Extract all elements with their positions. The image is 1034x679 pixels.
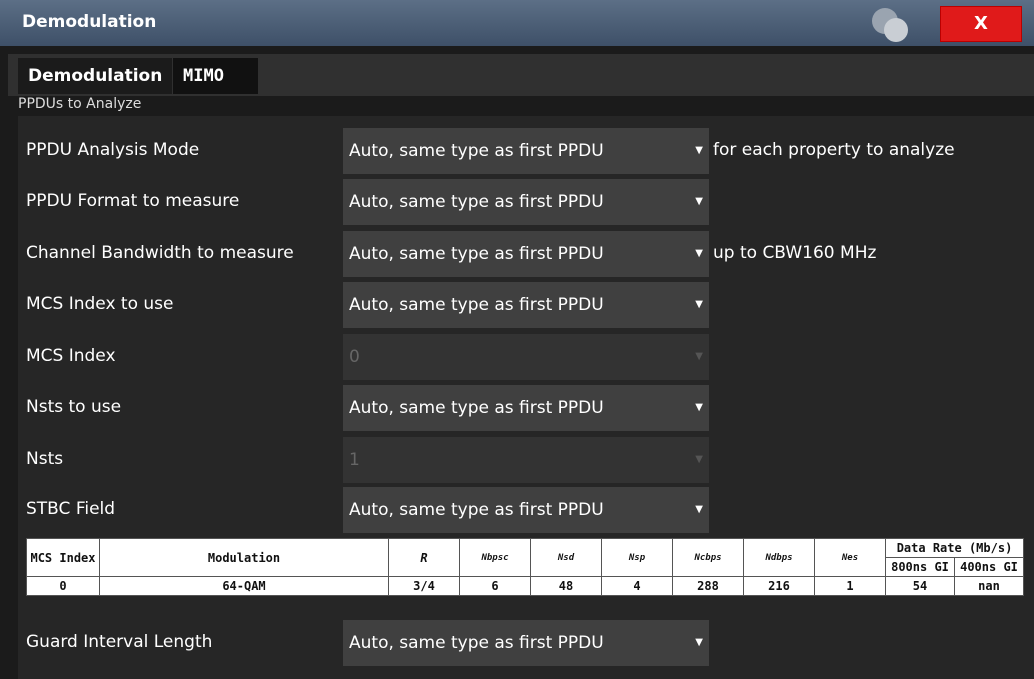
mcs-index-dropdown[interactable]: 0 ▼ — [343, 334, 709, 380]
col-ncbps: Ncbps — [672, 538, 744, 577]
guard-interval-label: Guard Interval Length — [26, 632, 213, 652]
mcs-index-label: MCS Index — [26, 346, 116, 366]
ppdu-analysis-mode-note: for each property to analyze — [713, 140, 955, 160]
col-ndbps: Ndbps — [743, 538, 815, 577]
table-row: 0 64-QAM 3/4 6 48 4 288 216 1 54 nan — [26, 576, 1024, 596]
chevron-down-icon: ▼ — [695, 145, 703, 156]
dropdown-value: Auto, same type as first PPDU — [349, 141, 604, 161]
channel-bandwidth-dropdown[interactable]: Auto, same type as first PPDU ▼ — [343, 231, 709, 277]
guard-interval-dropdown[interactable]: Auto, same type as first PPDU ▼ — [343, 620, 709, 666]
overlap-icon[interactable] — [872, 8, 912, 42]
col-modulation: Modulation — [99, 538, 389, 577]
tab-mimo[interactable]: MIMO — [173, 58, 258, 94]
title-bar[interactable]: Demodulation X — [0, 0, 1034, 46]
table-cell: 216 — [743, 576, 815, 596]
chevron-down-icon: ▼ — [695, 504, 703, 515]
table-cell: 3/4 — [388, 576, 460, 596]
section-title: PPDUs to Analyze — [18, 96, 142, 112]
mcs-table: MCS Index Modulation R Nbpsc Nsd Nsp Ncb… — [26, 538, 1024, 596]
nsts-to-use-dropdown[interactable]: Auto, same type as first PPDU ▼ — [343, 385, 709, 431]
col-400ns-gi: 400ns GI — [954, 557, 1024, 577]
stbc-field-dropdown[interactable]: Auto, same type as first PPDU ▼ — [343, 487, 709, 533]
table-cell: 64-QAM — [99, 576, 389, 596]
ppdu-format-dropdown[interactable]: Auto, same type as first PPDU ▼ — [343, 179, 709, 225]
dropdown-value: 0 — [349, 347, 360, 367]
mcs-index-to-use-label: MCS Index to use — [26, 294, 174, 314]
col-nes: Nes — [814, 538, 886, 577]
demodulation-dialog: Demodulation X Demodulation MIMO PPDUs t… — [0, 0, 1034, 679]
table-cell: nan — [954, 576, 1024, 596]
mcs-index-to-use-dropdown[interactable]: Auto, same type as first PPDU ▼ — [343, 282, 709, 328]
ppdu-analysis-mode-dropdown[interactable]: Auto, same type as first PPDU ▼ — [343, 128, 709, 174]
chevron-down-icon: ▼ — [695, 351, 703, 362]
window-title: Demodulation — [22, 12, 157, 32]
ppdu-analysis-mode-label: PPDU Analysis Mode — [26, 140, 200, 160]
col-nsd: Nsd — [530, 538, 602, 577]
dropdown-value: 1 — [349, 450, 360, 470]
dropdown-value: Auto, same type as first PPDU — [349, 295, 604, 315]
col-data-rate: Data Rate (Mb/s) — [885, 538, 1024, 558]
col-800ns-gi: 800ns GI — [885, 557, 955, 577]
chevron-down-icon: ▼ — [695, 454, 703, 465]
table-cell: 4 — [601, 576, 673, 596]
nsts-dropdown[interactable]: 1 ▼ — [343, 437, 709, 483]
nsts-to-use-label: Nsts to use — [26, 397, 122, 417]
table-cell: 6 — [459, 576, 531, 596]
table-cell: 48 — [530, 576, 602, 596]
chevron-down-icon: ▼ — [695, 637, 703, 648]
chevron-down-icon: ▼ — [695, 299, 703, 310]
tab-demodulation[interactable]: Demodulation — [18, 58, 173, 94]
col-nbpsc: Nbpsc — [459, 538, 531, 577]
col-mcs-index: MCS Index — [26, 538, 100, 577]
dropdown-value: Auto, same type as first PPDU — [349, 633, 604, 653]
chevron-down-icon: ▼ — [695, 248, 703, 259]
table-cell: 0 — [26, 576, 100, 596]
col-nsp: Nsp — [601, 538, 673, 577]
dropdown-value: Auto, same type as first PPDU — [349, 192, 604, 212]
chevron-down-icon: ▼ — [695, 402, 703, 413]
dropdown-value: Auto, same type as first PPDU — [349, 500, 604, 520]
dropdown-value: Auto, same type as first PPDU — [349, 244, 604, 264]
close-button[interactable]: X — [940, 6, 1022, 42]
channel-bandwidth-note: up to CBW160 MHz — [713, 243, 877, 263]
table-cell: 1 — [814, 576, 886, 596]
stbc-field-label: STBC Field — [26, 499, 116, 519]
table-cell: 288 — [672, 576, 744, 596]
dropdown-value: Auto, same type as first PPDU — [349, 398, 604, 418]
ppdu-format-label: PPDU Format to measure — [26, 191, 240, 211]
channel-bandwidth-label: Channel Bandwidth to measure — [26, 243, 294, 263]
nsts-label: Nsts — [26, 449, 64, 469]
table-cell: 54 — [885, 576, 955, 596]
chevron-down-icon: ▼ — [695, 196, 703, 207]
col-r: R — [388, 538, 460, 577]
